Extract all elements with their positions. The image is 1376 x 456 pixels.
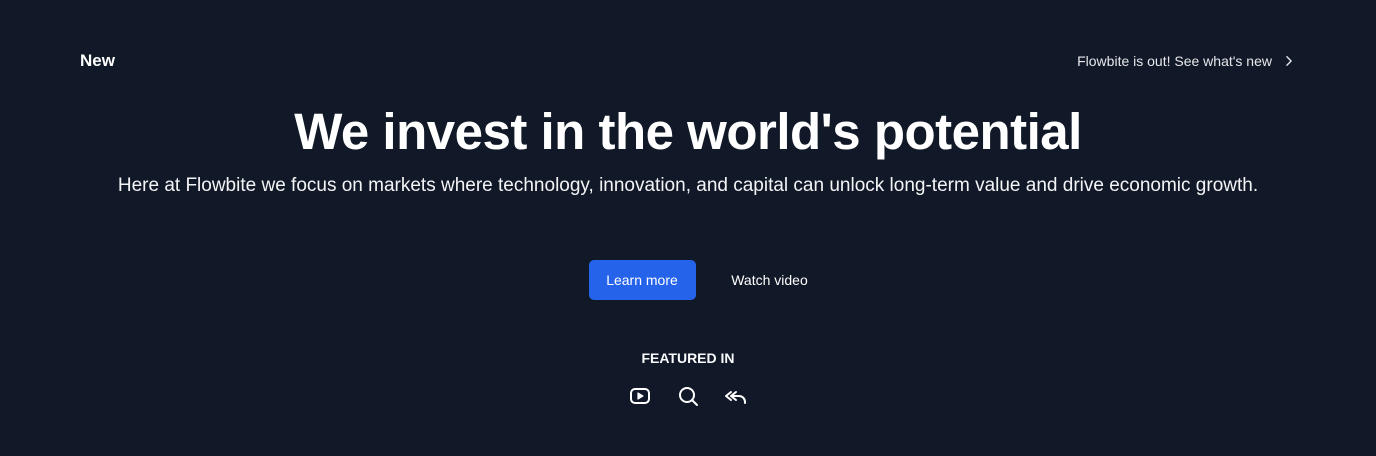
chevron-right-icon xyxy=(1286,56,1292,66)
youtube-icon[interactable] xyxy=(628,384,652,408)
announcement-text: Flowbite is out! See what's new xyxy=(1077,53,1272,69)
announcement-link[interactable]: Flowbite is out! See what's new xyxy=(1077,51,1296,71)
hero-subtitle: Here at Flowbite we focus on markets whe… xyxy=(117,175,1259,196)
hero-actions: Learn more Watch video xyxy=(0,260,1376,300)
reply-all-icon[interactable] xyxy=(724,384,748,408)
learn-more-button[interactable]: Learn more xyxy=(588,260,696,300)
new-label: New xyxy=(80,51,115,70)
search-icon[interactable] xyxy=(676,384,700,408)
hero-section: New Flowbite is out! See what's new We i… xyxy=(0,0,1376,456)
watch-video-button[interactable]: Watch video xyxy=(712,260,828,300)
page-title: We invest in the world's potential xyxy=(294,103,1082,160)
featured-logos xyxy=(0,384,1376,408)
featured-in-label: FEATURED IN xyxy=(641,350,735,366)
